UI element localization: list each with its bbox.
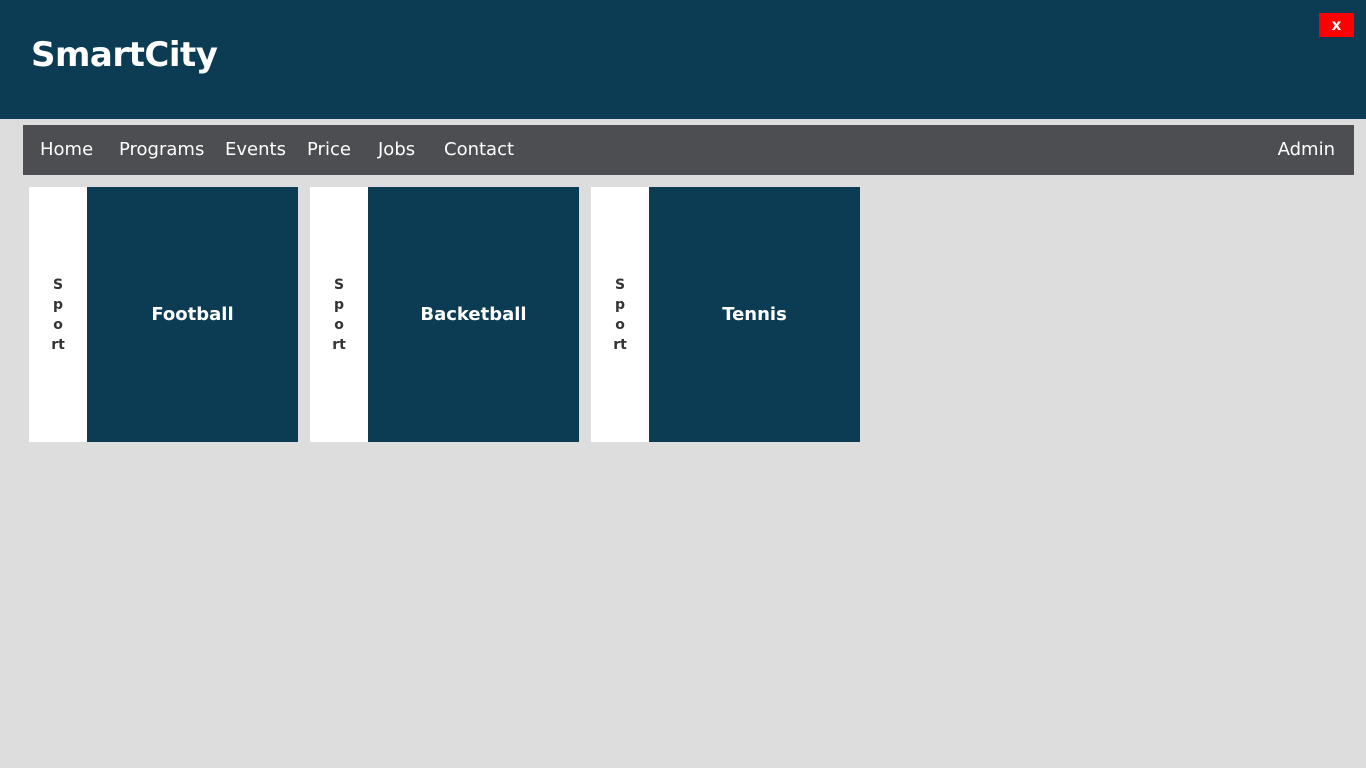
nav-item-contact[interactable]: Contact <box>444 125 514 175</box>
app-title: SmartCity <box>31 35 218 75</box>
card-category: Sport <box>29 187 87 442</box>
nav-item-price[interactable]: Price <box>307 125 351 175</box>
nav-item-admin[interactable]: Admin <box>1278 125 1335 175</box>
card-main: Football <box>87 187 298 442</box>
nav-item-programs[interactable]: Programs <box>119 125 204 175</box>
close-button[interactable]: x <box>1319 13 1354 37</box>
card-category-label: Sport <box>51 276 65 353</box>
card-category-label: Sport <box>332 276 346 353</box>
card-backetball[interactable]: Sport Backetball <box>310 187 579 442</box>
navbar: Home Programs Events Price Jobs Contact … <box>23 125 1354 175</box>
card-title: Football <box>151 304 234 325</box>
card-category-label: Sport <box>613 276 627 353</box>
card-main: Backetball <box>368 187 579 442</box>
nav-item-home[interactable]: Home <box>40 125 93 175</box>
card-title: Backetball <box>420 304 527 325</box>
card-football[interactable]: Sport Football <box>29 187 298 442</box>
card-title: Tennis <box>722 304 787 325</box>
card-category: Sport <box>310 187 368 442</box>
card-tennis[interactable]: Sport Tennis <box>591 187 860 442</box>
nav-item-events[interactable]: Events <box>225 125 286 175</box>
card-main: Tennis <box>649 187 860 442</box>
nav-item-jobs[interactable]: Jobs <box>378 125 415 175</box>
header: SmartCity x <box>0 0 1366 119</box>
card-category: Sport <box>591 187 649 442</box>
